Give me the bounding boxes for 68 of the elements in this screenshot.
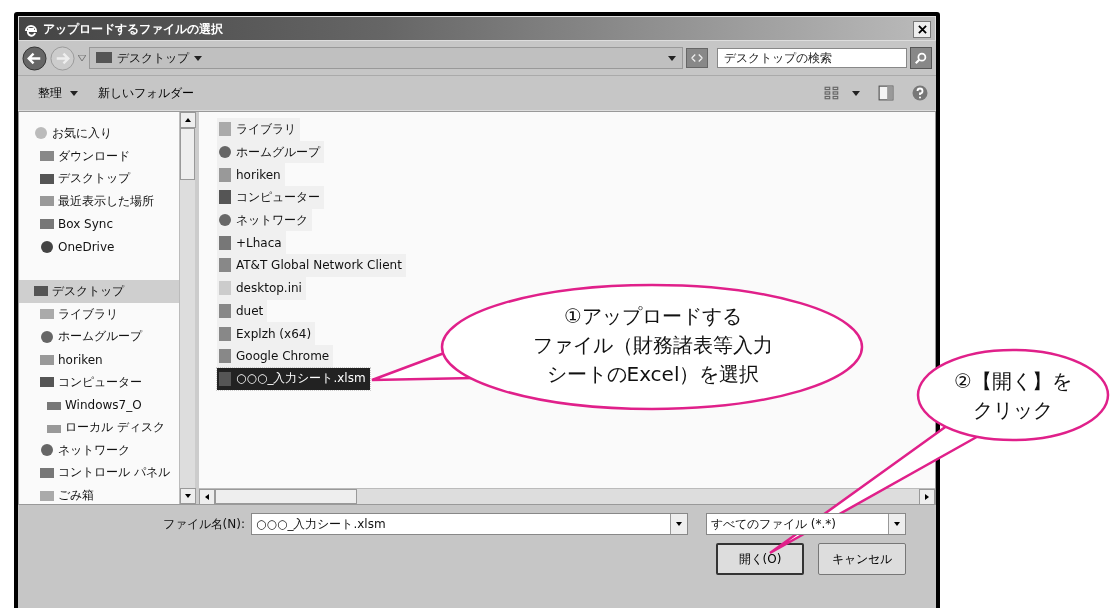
- scroll-right-icon[interactable]: [919, 489, 935, 505]
- caret-icon: [194, 55, 202, 61]
- sidebar-item[interactable]: horiken: [19, 348, 179, 371]
- file-item[interactable]: コンピューター: [217, 186, 324, 209]
- search-button[interactable]: [910, 47, 932, 69]
- sidebar-item[interactable]: デスクトップ: [19, 167, 179, 191]
- file-item[interactable]: desktop.ini: [217, 276, 306, 300]
- file-item[interactable]: Google Chrome: [217, 344, 334, 368]
- scrollbar-thumb[interactable]: [180, 128, 195, 180]
- callout-text: ②【開く】を: [954, 368, 1072, 395]
- sidebar-item[interactable]: ホームグループ: [19, 325, 179, 349]
- monitor-icon: [96, 52, 112, 64]
- view-grid-icon[interactable]: [824, 85, 840, 101]
- toolbar-button[interactable]: 新しいフォルダー: [92, 84, 200, 102]
- filename-label: ファイル名(N):: [162, 515, 245, 533]
- file-item[interactable]: ライブラリ: [217, 118, 300, 141]
- file-item[interactable]: ホームグループ: [217, 140, 324, 164]
- organize-menu[interactable]: 整理: [32, 84, 84, 102]
- callout-text: ①アップロードする: [564, 303, 742, 330]
- file-item[interactable]: duet: [217, 299, 268, 323]
- scroll-left-icon[interactable]: [199, 489, 215, 505]
- scroll-down-icon[interactable]: [180, 488, 196, 504]
- file-icon: [217, 280, 233, 297]
- file-item[interactable]: ○○○_入力シート.xlsm: [217, 367, 370, 391]
- horizontal-scrollbar[interactable]: [199, 488, 935, 504]
- sidebar-item[interactable]: ごみ箱: [19, 484, 179, 504]
- sidebar-item[interactable]: Box Sync: [19, 212, 179, 236]
- caret-icon: [668, 55, 676, 61]
- history-caret-icon[interactable]: [78, 55, 86, 61]
- sidebar-item[interactable]: ネットワーク: [19, 438, 179, 462]
- window-title: アップロードするファイルの選択: [43, 21, 224, 38]
- cancel-button[interactable]: キャンセル: [818, 543, 906, 575]
- callout-text: ファイル（財務諸表等入力: [533, 332, 773, 359]
- close-button[interactable]: [913, 21, 931, 38]
- sidebar-item[interactable]: 最近表示した場所: [19, 190, 179, 213]
- sidebar-item[interactable]: デスクトップ: [19, 280, 179, 303]
- sidebar-item[interactable]: ローカル ディスク: [19, 416, 179, 439]
- search-field[interactable]: デスクトップの検索: [717, 48, 907, 68]
- back-icon[interactable]: [22, 45, 47, 71]
- sidebar-item[interactable]: ライブラリ: [19, 302, 179, 326]
- sidebar-item[interactable]: Windows7_O: [19, 393, 179, 417]
- sidebar-item[interactable]: ダウンロード: [19, 144, 179, 168]
- caret-icon[interactable]: [852, 90, 860, 96]
- scrollbar-thumb[interactable]: [215, 489, 357, 504]
- file-item[interactable]: +Lhaca: [217, 231, 286, 255]
- sidebar-item[interactable]: お気に入り: [19, 122, 179, 145]
- file-item[interactable]: Explzh (x64): [217, 322, 316, 345]
- open-button[interactable]: 開く(O): [716, 543, 804, 575]
- filename-field[interactable]: ○○○_入力シート.xlsm: [251, 513, 688, 535]
- search-icon: [914, 51, 928, 65]
- preview-pane-icon[interactable]: [878, 85, 894, 101]
- close-icon: [917, 25, 927, 34]
- sidebar-item[interactable]: コンピューター: [19, 370, 179, 394]
- help-icon[interactable]: [912, 85, 928, 101]
- file-item[interactable]: AT&T Global Network Client: [217, 254, 406, 277]
- callout-text: シートのExcel）を選択: [546, 361, 760, 388]
- scroll-up-icon[interactable]: [180, 112, 196, 128]
- address-field[interactable]: デスクトップ: [89, 47, 683, 69]
- refresh-button[interactable]: [686, 48, 708, 68]
- file-item[interactable]: horiken: [217, 163, 285, 187]
- sidebar-item[interactable]: コントロール パネル: [19, 461, 179, 485]
- file-type-dropdown[interactable]: すべてのファイル (*.*): [706, 513, 906, 535]
- sidebar-item[interactable]: OneDrive: [19, 235, 179, 259]
- callout-text: クリック: [973, 397, 1053, 424]
- file-item[interactable]: ネットワーク: [217, 208, 312, 232]
- caret-icon: [70, 90, 78, 96]
- refresh-icon: [690, 51, 704, 65]
- vertical-scrollbar[interactable]: [179, 112, 195, 504]
